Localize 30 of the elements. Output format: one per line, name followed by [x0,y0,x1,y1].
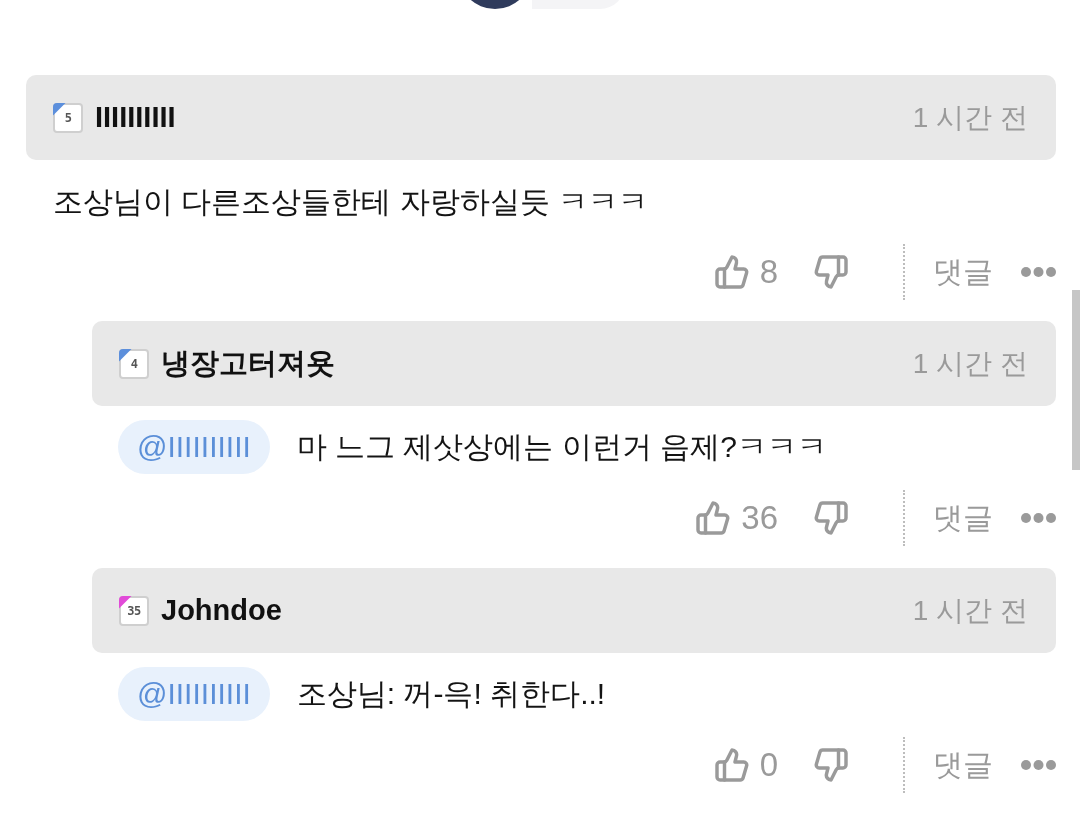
level-number: 35 [127,604,141,617]
comment-time: 1 시간 전 [912,593,1028,628]
more-icon[interactable] [1021,267,1056,277]
thumbs-up-icon [713,254,750,290]
more-icon[interactable] [1021,513,1056,523]
reply-text: 마 느그 제삿상에는 이런거 읍제?ㅋㅋㅋ [296,428,827,465]
reply-text: 조상님: 꺼-윽! 취한다..! [296,675,606,712]
author-name: IIIIIIIIII [95,101,176,134]
thumbs-down-icon[interactable] [813,747,849,783]
reply-button[interactable]: 댓글 [933,251,993,293]
like-button[interactable]: 36 [695,499,778,537]
mention-tag[interactable]: @IIIIIIIIII [118,667,270,721]
reply-button[interactable]: 댓글 [933,744,993,786]
comment-time: 1 시간 전 [912,100,1028,135]
more-icon[interactable] [1021,760,1056,770]
comment-time: 1 시간 전 [912,346,1028,381]
level-number: 4 [130,357,138,370]
like-button[interactable]: 8 [713,253,778,291]
level-number: 5 [64,111,72,124]
like-button[interactable]: 0 [713,746,778,784]
author-name: 냉장고터져욧 [161,345,335,381]
scrollbar[interactable] [1072,290,1080,470]
comment-text: 조상님이 다른조상들한테 자랑하실듯 ㅋㅋㅋ [53,184,649,220]
thumbs-up-icon [695,500,732,536]
reply-button[interactable]: 댓글 [933,497,993,539]
thumbs-down-icon[interactable] [813,254,849,290]
thumbs-up-icon [713,747,750,783]
mention-tag[interactable]: @IIIIIIIIII [118,420,270,474]
thumbs-down-icon[interactable] [813,500,849,536]
author-name: Johndoe [161,594,282,627]
